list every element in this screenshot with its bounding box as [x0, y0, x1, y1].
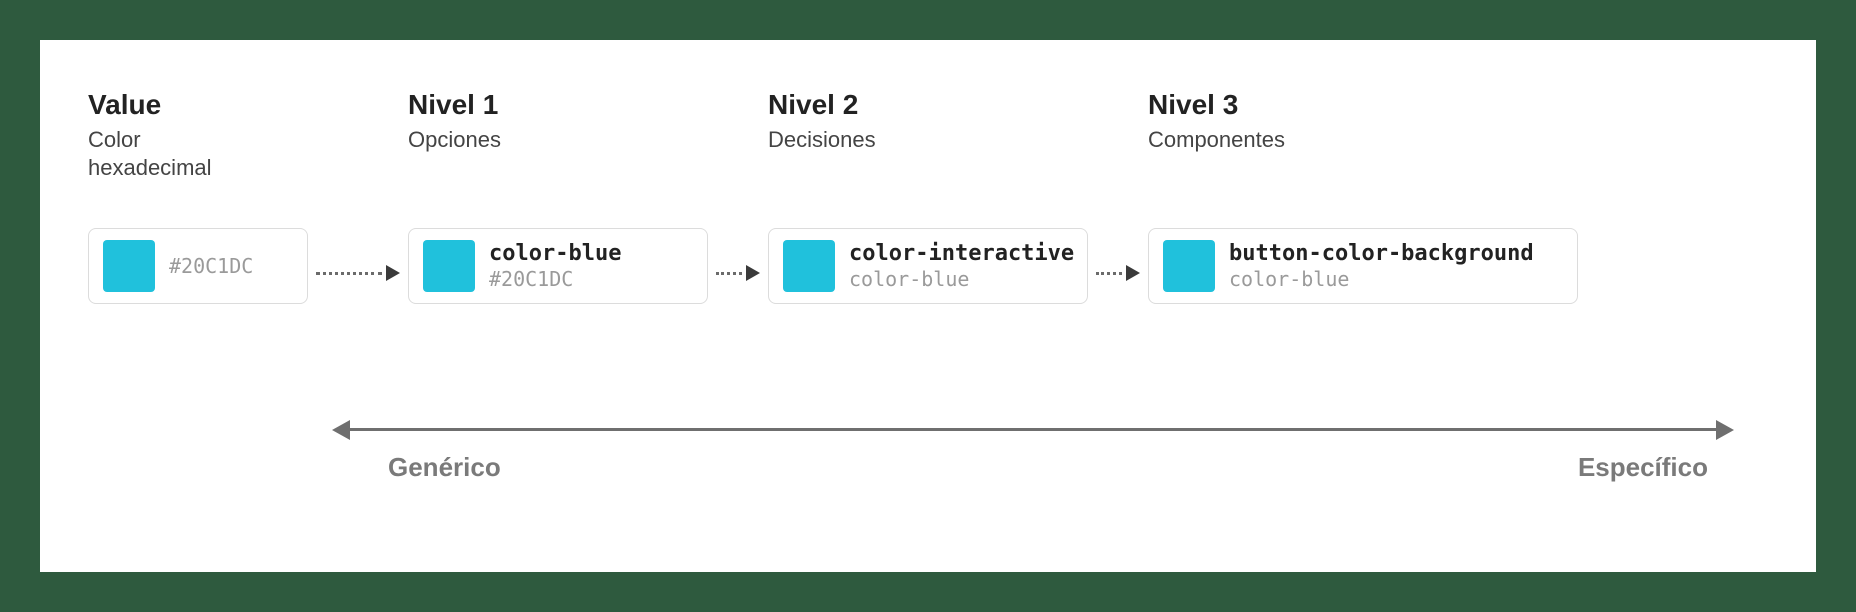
header-subtitle-value: Color hexadecimal: [88, 126, 268, 183]
header-subtitle-level3: Componentes: [1148, 126, 1578, 155]
header-title-value: Value: [88, 88, 308, 122]
arrow-icon: [716, 265, 760, 281]
header-title-level3: Nivel 3: [1148, 88, 1578, 122]
token-name-level2: color-interactive: [849, 240, 1074, 268]
token-name-level1: color-blue: [489, 240, 621, 268]
color-swatch: [103, 240, 155, 292]
axis-label-generic: Genérico: [388, 452, 501, 483]
token-value-hex: #20C1DC: [169, 254, 253, 279]
color-swatch: [783, 240, 835, 292]
arrow-icon: [316, 265, 400, 281]
token-flow: #20C1DC color-blue #20C1DC col: [88, 228, 1768, 318]
header-title-level1: Nivel 1: [408, 88, 708, 122]
header-value: Value Color hexadecimal: [88, 88, 308, 223]
token-name-level3: button-color-background: [1229, 240, 1534, 268]
token-sub-level1: #20C1DC: [489, 267, 621, 292]
token-sub-level2: color-blue: [849, 267, 1074, 292]
token-card-value: #20C1DC: [88, 228, 308, 304]
token-card-level1: color-blue #20C1DC: [408, 228, 708, 304]
header-level3: Nivel 3 Componentes: [1148, 88, 1578, 194]
header-subtitle-level2: Decisiones: [768, 126, 1088, 155]
token-sub-level3: color-blue: [1229, 267, 1534, 292]
header-level2: Nivel 2 Decisiones: [768, 88, 1088, 194]
specificity-axis: Genérico Específico: [88, 408, 1768, 488]
arrow-icon: [1096, 265, 1140, 281]
token-card-level2: color-interactive color-blue: [768, 228, 1088, 304]
color-swatch: [423, 240, 475, 292]
header-level1: Nivel 1 Opciones: [408, 88, 708, 194]
header-title-level2: Nivel 2: [768, 88, 1088, 122]
header-subtitle-level1: Opciones: [408, 126, 708, 155]
axis-line: [348, 428, 1718, 431]
token-card-level3: button-color-background color-blue: [1148, 228, 1578, 304]
axis-label-specific: Específico: [1578, 452, 1708, 483]
arrow-right-icon: [1716, 420, 1734, 440]
color-swatch: [1163, 240, 1215, 292]
column-headers: Value Color hexadecimal Nivel 1 Opciones…: [88, 88, 1768, 218]
diagram-canvas: Value Color hexadecimal Nivel 1 Opciones…: [40, 40, 1816, 572]
